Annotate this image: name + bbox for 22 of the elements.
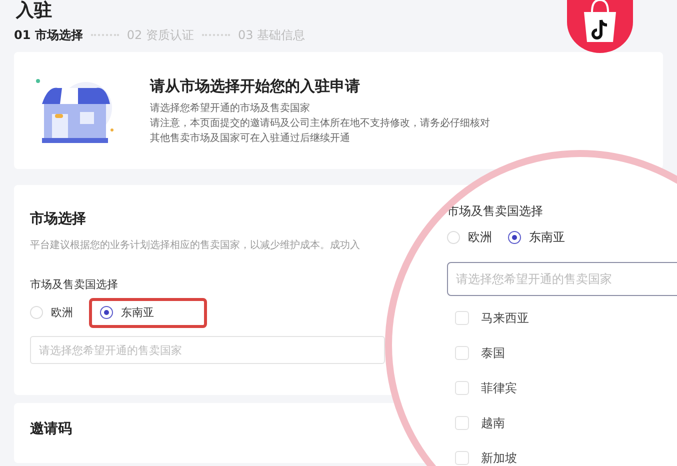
dropdown-option[interactable]: 菲律宾 (455, 370, 517, 405)
step-label: 02 资质认证 (126, 27, 194, 44)
intro-text: 其他售卖市场及国家可在入驻通过后继续开通 (150, 132, 350, 146)
radio-option[interactable]: 东南亚 (508, 228, 565, 246)
dropdown-option[interactable]: 越南 (455, 405, 505, 440)
radio-option[interactable]: 欧洲 (30, 304, 73, 321)
radio-option[interactable]: 欧洲 (447, 228, 492, 246)
country-select-field[interactable]: 请选择您希望开通的售卖国家 (447, 262, 677, 296)
section-title: 邀请码 (30, 420, 72, 439)
intro-text: 请选择您希望开通的市场及售卖国家 (150, 102, 310, 116)
step-label: 03 基础信息 (238, 27, 306, 44)
step-label: 01 市场选择 (14, 27, 83, 44)
dropdown-option[interactable]: 新加坡 (455, 440, 517, 466)
intro-title: 请从市场选择开始您的入驻申请 (150, 76, 360, 97)
page-title: 入驻 (14, 0, 53, 22)
section-title: 市场选择 (30, 210, 86, 229)
dropdown-option[interactable]: 泰国 (455, 335, 505, 370)
field-label: 市场及售卖国选择 (30, 277, 118, 293)
intro-text: 请注意，本页面提交的邀请码及公司主体所在地不支持修改，请务必仔细核对 (150, 116, 490, 132)
section-description: 平台建议根据您的业务计划选择相应的售卖国家，以减少维护成本。成功入 (30, 238, 360, 253)
radio-option[interactable]: 东南亚 (100, 304, 154, 321)
dropdown-option[interactable]: 马来西亚 (455, 300, 529, 335)
